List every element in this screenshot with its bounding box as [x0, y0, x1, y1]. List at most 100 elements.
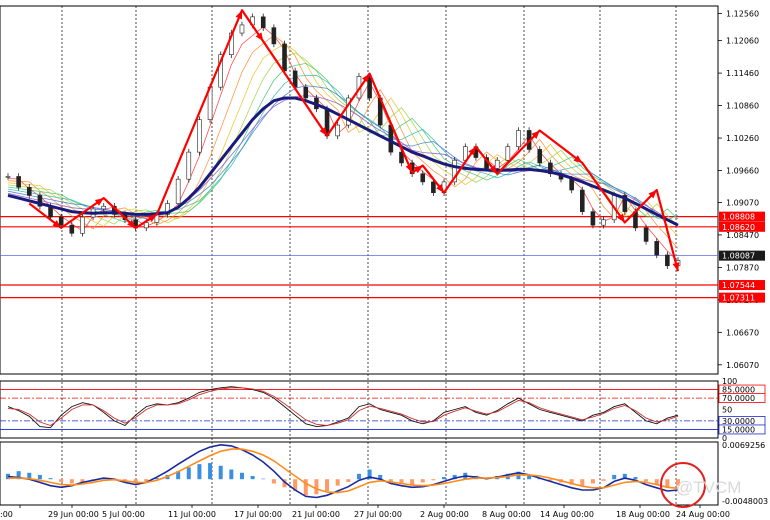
macd-histogram-bar [420, 479, 425, 483]
date-tick-label: 27 Jul 00:00 [354, 510, 402, 519]
candle-body [5, 176, 11, 178]
candle-body [579, 189, 585, 212]
candle-body [494, 159, 500, 169]
candle-body [643, 227, 649, 242]
macd-tick-label: 0.0069256 [722, 441, 765, 450]
macd-histogram-bar [314, 479, 319, 495]
macd-histogram-bar [612, 474, 617, 480]
date-tick-label: 24 Aug 00:00 [676, 510, 730, 519]
candle-body [271, 27, 277, 45]
candle-body [239, 24, 245, 34]
date-tick-label: 18 Aug 00:00 [616, 510, 670, 519]
price-panel [0, 9, 718, 299]
macd-macd-line [7, 443, 679, 499]
date-tick-label: 11 Jul 00:00 [168, 510, 216, 519]
candle-body [590, 211, 596, 226]
date-axis: :00 29 Jun 00:00 5 Jul 00:00 11 Jul 00:00 17… [0, 505, 730, 519]
candle-body [69, 224, 75, 234]
candle-body [665, 254, 670, 267]
macd-tick-label: -0.0048003 [722, 497, 768, 506]
candle-body [16, 176, 21, 188]
price-tick-label: 1.09660 [726, 167, 759, 176]
price-axis: 1.12560 1.12060 1.11460 1.10860 1.10260 1.096… [718, 10, 768, 506]
price-tick-label: 1.09070 [726, 198, 759, 207]
candle-body [197, 119, 202, 153]
level-tag-label: 1.08087 [722, 252, 755, 261]
macd-histogram-bar [69, 479, 74, 484]
ma-ribbon-line [7, 62, 679, 223]
level-tag-label: 1.07544 [722, 281, 755, 290]
macd-histogram-bar [197, 464, 202, 480]
date-tick-label: 2 Aug 00:00 [420, 510, 469, 519]
date-tick-label: 5 Jul 00:00 [102, 510, 145, 519]
candle-body [537, 149, 543, 164]
macd-histogram-bar [601, 479, 606, 481]
macd-histogram-bar [208, 463, 213, 480]
macd-histogram-bar [356, 473, 361, 480]
macd-histogram-bar [271, 479, 276, 484]
date-tick-label: 8 Aug 00:00 [482, 510, 531, 519]
macd-histogram-bar [261, 478, 266, 480]
candle-body [186, 151, 192, 180]
macd-histogram-bar [580, 479, 585, 486]
candle-body [58, 216, 64, 226]
candle-body [431, 181, 436, 194]
candle-body [26, 186, 32, 196]
trend-arrow-head [235, 10, 243, 20]
macd-histogram-bar [325, 479, 330, 492]
macd-histogram-bar [644, 479, 649, 482]
price-tick-label: 1.10260 [726, 134, 759, 143]
candle-body [420, 173, 426, 183]
candle-body [569, 178, 574, 191]
price-tick-label: 1.07870 [726, 263, 759, 272]
candle-body [335, 124, 340, 137]
candle-body [303, 86, 309, 99]
date-tick-label: 17 Jul 00:00 [234, 510, 282, 519]
trend-arrow-path [28, 9, 680, 272]
level-tag-label: 1.08620 [722, 223, 755, 232]
macd-histogram-bar [218, 465, 223, 480]
price-tick-label: 1.12060 [726, 37, 759, 46]
macd-panel [6, 443, 680, 499]
candle-body [101, 205, 107, 210]
macd-histogram-bar [37, 474, 42, 480]
macd-histogram-bar [229, 469, 234, 480]
ma-ribbon-line [7, 43, 679, 237]
ma-ribbon-line [7, 52, 679, 227]
macd-histogram-bar [633, 477, 638, 480]
price-tick-label: 1.10860 [726, 102, 759, 111]
macd-signal-line [8, 448, 679, 494]
level-tag-label: 1.07311 [722, 294, 755, 303]
panel-frame [0, 441, 719, 506]
candle-body [80, 216, 85, 234]
date-tick-label: 29 Jun 00:00 [48, 510, 99, 519]
price-tick-label: 1.06070 [726, 361, 759, 370]
candle-body [175, 178, 181, 204]
price-tick-label: 1.08470 [726, 231, 759, 240]
macd-histogram-bar [59, 479, 64, 482]
candle-body [654, 241, 660, 256]
macd-histogram-bar [590, 479, 595, 484]
macd-histogram-bar [442, 477, 447, 480]
stochastic-panel [0, 386, 718, 430]
macd-histogram-bar [346, 479, 351, 482]
macd-histogram-bar [431, 479, 436, 481]
panel-frame [0, 5, 719, 375]
stoch-tick-label: 70.0000 [722, 394, 755, 403]
macd-histogram-bar [48, 478, 53, 480]
candle-body [505, 146, 511, 161]
macd-histogram-bar [239, 472, 244, 480]
macd-histogram-bar [335, 479, 340, 486]
candle-body [516, 130, 521, 148]
level-tag-label: 1.08808 [722, 213, 755, 222]
date-tick-label: 21 Jul 00:00 [292, 510, 340, 519]
ma-ribbon-line [7, 26, 679, 262]
candle-body [260, 16, 266, 28]
price-tick-label: 1.06670 [726, 328, 759, 337]
date-tick-label: 14 Aug 00:00 [540, 510, 594, 519]
stoch-tick-label: 50 [722, 406, 732, 415]
watermark-text: @TVCM [676, 478, 742, 497]
candle-body [282, 43, 287, 72]
candle-body [601, 219, 606, 226]
macd-histogram-bar [186, 467, 191, 480]
